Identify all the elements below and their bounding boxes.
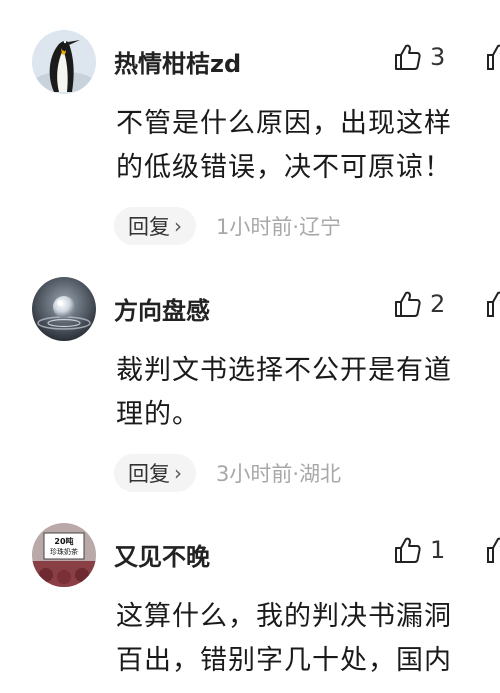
comment-text: 不管是什么原因，出现这样 的低级错误，决不可原谅！ (116, 102, 500, 190)
more-icon[interactable] (484, 42, 500, 72)
avatar[interactable] (32, 30, 96, 94)
chevron-right-icon: › (174, 214, 182, 238)
comment-text-line: 裁判文书选择不公开是有道 (116, 355, 452, 386)
comment-text-line: 的低级错误，决不可原谅！ (116, 152, 452, 183)
reply-button[interactable]: 回复 › (114, 207, 196, 245)
reply-label: 回复 (128, 462, 170, 486)
thumbs-up-icon (395, 44, 421, 70)
like-count: 2 (430, 290, 446, 318)
avatar[interactable] (32, 277, 96, 341)
avatar-sign-line: 珍珠奶茶 (50, 547, 78, 556)
comment-meta: 回复 › 1小时前·辽宁 (114, 206, 341, 246)
comment-text: 裁判文书选择不公开是有道 理的。 (116, 349, 500, 437)
like-button[interactable]: 2 (392, 289, 445, 319)
penguin-avatar-icon (32, 30, 96, 94)
like-count: 3 (430, 43, 446, 71)
comment-time: 1小时前 (216, 215, 293, 239)
thumbs-up-icon (395, 291, 421, 317)
time-location: 3小时前·湖北 (216, 458, 341, 488)
comment-time: 3小时前 (216, 462, 293, 486)
avatar-sign-line: 20吨 (54, 536, 73, 546)
comment-location: 辽宁 (299, 215, 342, 239)
username[interactable]: 热情柑桔zd (114, 44, 241, 79)
water-drop-avatar-icon (32, 277, 96, 341)
comment-meta: 回复 › 3小时前·湖北 (114, 453, 341, 493)
avatar[interactable]: 20吨 珍珠奶茶 (32, 523, 96, 587)
reply-label: 回复 (128, 215, 170, 239)
comment-text-line: 不管是什么原因，出现这样 (116, 108, 452, 139)
comment-location: 湖北 (299, 462, 342, 486)
username[interactable]: 又见不晚 (114, 537, 210, 572)
thumbs-up-icon (395, 537, 421, 563)
comment-text: 这算什么，我的判决书漏洞 百出，错别字几十处，国内 (116, 595, 500, 683)
more-icon[interactable] (484, 289, 500, 319)
comment-text-line: 理的。 (116, 399, 200, 430)
chevron-right-icon: › (174, 461, 182, 485)
time-location: 1小时前·辽宁 (216, 211, 341, 241)
like-count: 1 (430, 536, 446, 564)
more-icon[interactable] (484, 535, 500, 565)
like-button[interactable]: 1 (392, 535, 445, 565)
like-button[interactable]: 3 (392, 42, 445, 72)
comment-text-line: 百出，错别字几十处，国内 (116, 645, 452, 676)
username[interactable]: 方向盘感 (114, 291, 210, 326)
sign-avatar-icon: 20吨 珍珠奶茶 (32, 523, 96, 587)
reply-button[interactable]: 回复 › (114, 454, 196, 492)
comment-text-line: 这算什么，我的判决书漏洞 (116, 601, 452, 632)
